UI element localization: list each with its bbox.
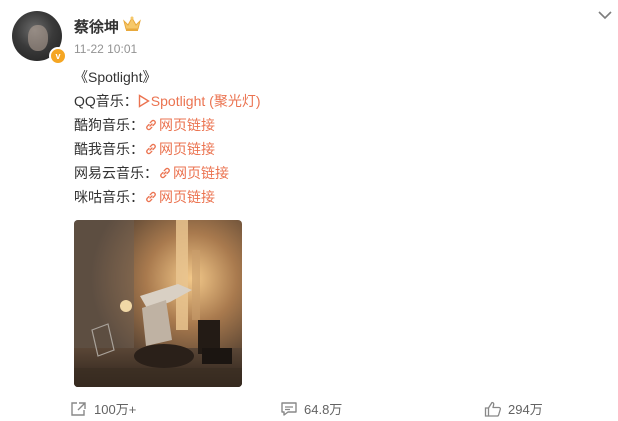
- author-name[interactable]: 蔡徐坤: [74, 16, 119, 37]
- link-icon: [146, 143, 156, 155]
- link-icon: [160, 167, 170, 179]
- like-count: 294万: [508, 402, 543, 417]
- netease-music-label: 网易云音乐：: [74, 165, 158, 181]
- share-button[interactable]: 100万+: [70, 399, 136, 418]
- post-title: 《Spotlight》: [74, 69, 157, 85]
- migu-music-label: 咪咕音乐：: [74, 189, 144, 205]
- netease-music-line: 网易云音乐： 网页链接: [74, 161, 260, 185]
- netease-music-link-text: 网页链接: [173, 165, 229, 181]
- avatar-face: [28, 25, 48, 51]
- share-count: 100万+: [94, 402, 137, 417]
- kugou-music-link-text: 网页链接: [159, 117, 215, 133]
- share-icon: [71, 401, 86, 416]
- kugou-music-label: 酷狗音乐：: [74, 117, 144, 133]
- qq-music-link-text: Spotlight (聚光灯): [150, 93, 261, 109]
- post-content: 《Spotlight》 QQ音乐： Spotlight (聚光灯) 酷狗音乐： 网页…: [74, 65, 260, 209]
- comment-button[interactable]: 64.8万: [280, 399, 342, 418]
- kuwo-music-label: 酷我音乐：: [74, 141, 144, 157]
- post-title-line: 《Spotlight》: [74, 65, 260, 89]
- qq-music-label: QQ音乐：: [74, 93, 138, 109]
- chevron-down-icon[interactable]: [598, 10, 612, 20]
- migu-music-line: 咪咕音乐： 网页链接: [74, 185, 260, 209]
- kugou-music-line: 酷狗音乐： 网页链接: [74, 113, 260, 137]
- kuwo-music-link[interactable]: 网页链接: [144, 141, 215, 157]
- verified-v-icon: v: [49, 47, 67, 65]
- crown-icon[interactable]: [122, 16, 142, 32]
- link-icon: [146, 191, 156, 203]
- netease-music-link[interactable]: 网页链接: [158, 165, 229, 181]
- comment-icon: [281, 401, 297, 416]
- comment-count: 64.8万: [304, 402, 343, 417]
- post-image[interactable]: [74, 220, 242, 387]
- kuwo-music-line: 酷我音乐： 网页链接: [74, 137, 260, 161]
- post-timestamp[interactable]: 11-22 10:01: [74, 42, 137, 56]
- thumbs-up-icon: [484, 401, 502, 417]
- qq-music-link[interactable]: Spotlight (聚光灯): [138, 93, 261, 109]
- migu-music-link[interactable]: 网页链接: [144, 189, 215, 205]
- post-image-graphic: [74, 220, 242, 387]
- link-icon: [146, 119, 156, 131]
- qq-music-line: QQ音乐： Spotlight (聚光灯): [74, 89, 260, 113]
- migu-music-link-text: 网页链接: [159, 189, 215, 205]
- kugou-music-link[interactable]: 网页链接: [144, 117, 215, 133]
- action-bar: 100万+ 64.8万 294万: [0, 397, 618, 421]
- like-button[interactable]: 294万: [484, 399, 543, 418]
- play-icon: [138, 94, 150, 108]
- kuwo-music-link-text: 网页链接: [159, 141, 215, 157]
